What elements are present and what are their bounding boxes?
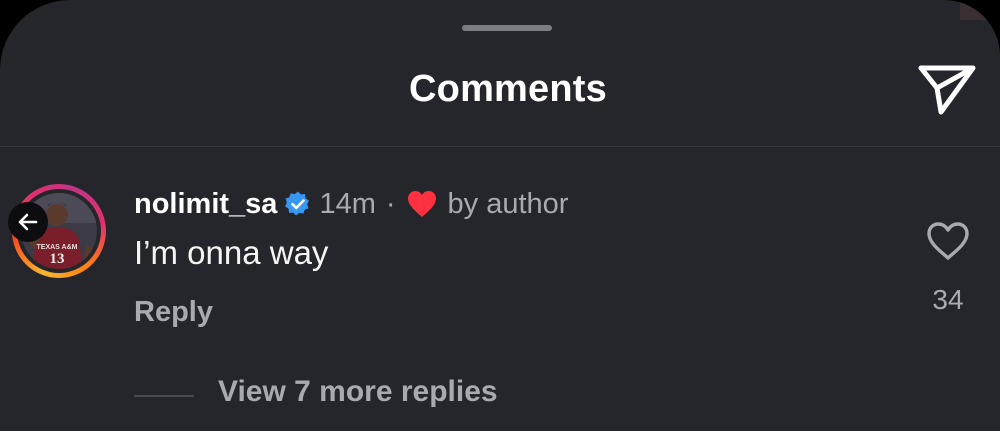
page-title: Comments bbox=[409, 68, 607, 110]
heart-outline-icon bbox=[927, 222, 969, 260]
background-peek bbox=[960, 0, 1000, 20]
arrow-left-icon bbox=[18, 213, 38, 231]
svg-text:TEXAS A&M: TEXAS A&M bbox=[37, 244, 78, 251]
reply-button[interactable]: Reply bbox=[134, 296, 213, 329]
like-count: 34 bbox=[932, 284, 964, 315]
comments-sheet: Comments TEXAS A&M 13 nolimit_sa 14m · b… bbox=[0, 0, 1000, 431]
avatar-jersey-number: 13 bbox=[50, 251, 65, 267]
back-button[interactable] bbox=[8, 202, 48, 242]
like-button[interactable] bbox=[925, 220, 971, 262]
comment-text: I’m onna way bbox=[134, 234, 329, 271]
comment-timestamp: 14m bbox=[319, 187, 376, 220]
view-replies-button[interactable]: View 7 more replies bbox=[218, 375, 498, 409]
share-button[interactable] bbox=[913, 60, 981, 120]
paper-plane-icon bbox=[918, 65, 976, 115]
liked-by-author-label: by author bbox=[447, 187, 569, 220]
replies-divider bbox=[134, 395, 194, 397]
heart-filled-icon bbox=[406, 189, 438, 219]
verified-badge-icon bbox=[285, 191, 311, 217]
drag-handle[interactable] bbox=[462, 25, 552, 31]
comment-meta: nolimit_sa 14m · by author bbox=[134, 184, 568, 224]
meta-separator: · bbox=[385, 187, 396, 220]
comment-username[interactable]: nolimit_sa bbox=[134, 188, 277, 221]
header-divider bbox=[0, 146, 1000, 147]
